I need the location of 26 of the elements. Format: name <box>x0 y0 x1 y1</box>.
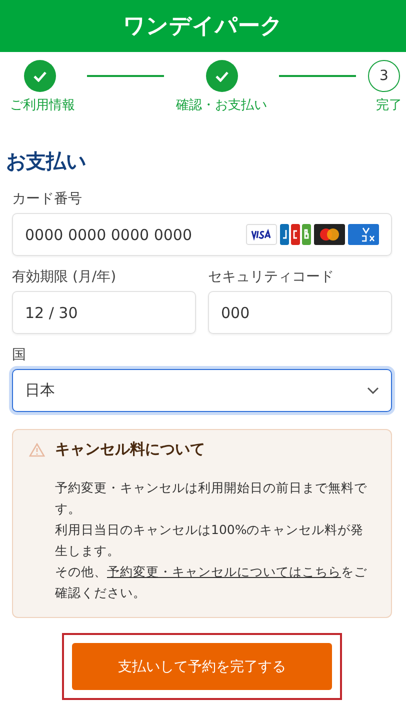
card-number-field[interactable]: 0000 0000 0000 0000 <box>12 213 392 256</box>
notice-title: キャンセル料について <box>55 440 205 459</box>
visa-card-icon <box>246 224 277 245</box>
mastercard-card-icon <box>314 224 345 245</box>
notice-text: 利用日当日のキャンセルは100%のキャンセル料が発生します。 <box>55 521 365 560</box>
step-label: 確認・お支払い <box>176 97 267 114</box>
page-title: お支払い <box>6 148 87 175</box>
expiry-field[interactable]: 12 / 30 <box>12 291 196 334</box>
step-label: ご利用情報 <box>10 97 75 114</box>
field-label: カード番号 <box>12 190 82 208</box>
notice-text: 予約変更・キャンセルは利用開始日の前日まで無料です。 <box>55 479 368 518</box>
warning-icon <box>29 442 45 456</box>
step-label: 完了 <box>376 97 402 114</box>
country-select[interactable]: 日本 <box>12 369 392 412</box>
check-icon <box>33 70 47 82</box>
chevron-down-icon <box>367 387 379 394</box>
notice-text: その他、予約変更・キャンセルについてはこちら をご確認ください。 <box>55 563 368 602</box>
step-indicator: 3 <box>368 60 400 92</box>
logo: ワンデイパーク <box>123 13 283 41</box>
security-code-field[interactable]: 000 <box>208 291 392 334</box>
jcb-card-icon <box>280 224 311 245</box>
field-label: 有効期限 (月/年) <box>12 268 116 286</box>
field-label: セキュリティコード <box>208 268 334 286</box>
check-icon <box>214 70 228 82</box>
field-label: 国 <box>12 346 26 364</box>
notice-link[interactable]: 予約変更・キャンセルについてはこちら <box>107 564 341 579</box>
